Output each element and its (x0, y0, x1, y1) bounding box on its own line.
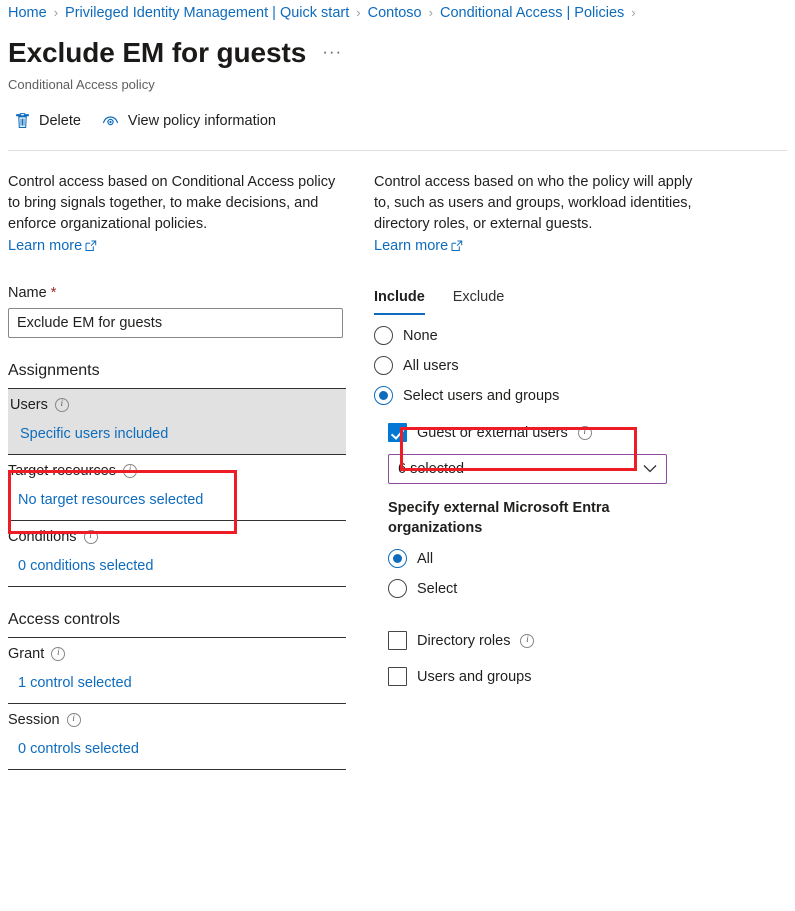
guest-types-dropdown[interactable]: 6 selected (388, 454, 667, 484)
policy-name-input[interactable] (8, 308, 343, 338)
checkbox-directory-roles[interactable] (388, 631, 407, 650)
row-title-users: Users i (10, 395, 346, 415)
external-link-icon (85, 236, 97, 257)
radio-select-users-and-groups-label: Select users and groups (403, 387, 560, 404)
control-row-session[interactable]: Session i 0 controls selected (8, 704, 346, 769)
delete-label: Delete (39, 112, 81, 129)
command-bar: Delete View policy information (14, 112, 276, 129)
info-icon[interactable]: i (66, 713, 81, 727)
eye-icon (101, 112, 120, 129)
assignment-row-conditions[interactable]: Conditions i 0 conditions selected (8, 521, 346, 586)
tab-exclude[interactable]: Exclude (453, 287, 505, 315)
info-icon[interactable]: i (577, 425, 592, 440)
conditional-access-policy-page: Home › Privileged Identity Management | … (0, 0, 795, 911)
breadcrumb-separator: › (356, 5, 361, 20)
view-policy-information-label: View policy information (127, 112, 276, 129)
info-icon[interactable]: i (520, 633, 535, 648)
view-policy-information-button[interactable]: View policy information (101, 112, 276, 129)
radio-all-organizations[interactable] (388, 549, 407, 568)
learn-more-label: Learn more (8, 238, 83, 254)
radio-option-all-organizations[interactable]: All (388, 549, 704, 568)
right-description: Control access based on who the policy w… (374, 174, 693, 232)
title-row: Exclude EM for guests ··· (8, 36, 342, 70)
checkbox-users-and-groups[interactable] (388, 667, 407, 686)
checkbox-option-directory-roles[interactable]: Directory roles i (388, 631, 704, 650)
tab-include[interactable]: Include (374, 287, 425, 315)
row-title-grant: Grant i (8, 644, 346, 664)
radio-option-select-organizations[interactable]: Select (388, 579, 704, 598)
breadcrumb-item-home[interactable]: Home (8, 3, 47, 23)
users-label: Users (10, 397, 48, 413)
command-bar-divider (8, 150, 787, 151)
control-row-grant[interactable]: Grant i 1 control selected (8, 638, 346, 703)
assignment-row-users[interactable]: Users i Specific users included (8, 389, 346, 454)
grant-value-link[interactable]: 1 control selected (18, 673, 346, 693)
radio-all-organizations-label: All (417, 550, 434, 567)
row-title-session: Session i (8, 710, 346, 730)
checkbox-users-and-groups-label: Users and groups (417, 668, 532, 685)
name-field-label: Name * (8, 283, 346, 303)
breadcrumb: Home › Privileged Identity Management | … (8, 3, 636, 23)
breadcrumb-item-contoso[interactable]: Contoso (368, 3, 422, 23)
session-value-link[interactable]: 0 controls selected (18, 739, 346, 759)
assignment-row-target-resources[interactable]: Target resources i No target resources s… (8, 455, 346, 520)
target-resources-label: Target resources (8, 463, 116, 479)
assignment-tabs: Include Exclude (374, 287, 704, 315)
breadcrumb-separator: › (428, 5, 433, 20)
radio-all-users[interactable] (374, 356, 393, 375)
radio-none-label: None (403, 327, 438, 344)
left-description: Control access based on Conditional Acce… (8, 174, 336, 232)
grant-label: Grant (8, 646, 45, 662)
row-title-conditions: Conditions i (8, 527, 346, 547)
breadcrumb-item-conditional-access[interactable]: Conditional Access | Policies (440, 3, 624, 23)
breadcrumb-separator-trailing: › (631, 5, 636, 20)
target-resources-value-link[interactable]: No target resources selected (18, 490, 346, 510)
learn-more-link-right[interactable]: Learn more (374, 236, 463, 257)
access-controls-heading: Access controls (8, 611, 121, 628)
right-column: Control access based on who the policy w… (374, 172, 704, 686)
checkbox-option-guest-or-external-users[interactable]: Guest or external users i (388, 423, 704, 442)
name-label-text: Name (8, 285, 47, 301)
info-icon[interactable]: i (123, 464, 137, 478)
learn-more-label: Learn more (374, 238, 449, 254)
radio-all-users-label: All users (403, 357, 459, 374)
more-options-button[interactable]: ··· (322, 42, 342, 70)
left-column: Control access based on Conditional Acce… (8, 172, 346, 770)
breadcrumb-separator: › (53, 5, 59, 20)
info-icon[interactable]: i (54, 398, 69, 412)
radio-select-users-and-groups[interactable] (374, 386, 393, 405)
conditions-value-link[interactable]: 0 conditions selected (18, 556, 346, 576)
divider (8, 586, 346, 587)
checkbox-guest-or-external-users-label: Guest or external users (417, 424, 568, 441)
external-link-icon (451, 236, 463, 257)
learn-more-link-left[interactable]: Learn more (8, 236, 97, 257)
guest-types-dropdown-value: 6 selected (398, 461, 465, 477)
page-title: Exclude EM for guests (8, 37, 307, 68)
info-icon[interactable]: i (83, 530, 98, 544)
checkbox-option-users-and-groups[interactable]: Users and groups (388, 667, 704, 686)
radio-select-organizations-label: Select (417, 580, 458, 597)
breadcrumb-item-pim[interactable]: Privileged Identity Management | Quick s… (65, 3, 349, 23)
checkbox-guest-or-external-users[interactable] (388, 423, 407, 442)
divider (8, 769, 346, 770)
chevron-down-icon (643, 461, 657, 477)
users-value-link[interactable]: Specific users included (20, 424, 346, 444)
conditions-label: Conditions (8, 529, 77, 545)
session-label: Session (8, 712, 60, 728)
specify-external-organizations-heading: Specify external Microsoft Entra organiz… (388, 500, 610, 536)
trash-icon (14, 112, 31, 129)
assignments-heading: Assignments (8, 362, 100, 379)
page-subtitle: Conditional Access policy (8, 77, 155, 92)
radio-option-all-users[interactable]: All users (374, 356, 704, 375)
radio-select-organizations[interactable] (388, 579, 407, 598)
delete-button[interactable]: Delete (14, 112, 81, 129)
radio-option-select-users-and-groups[interactable]: Select users and groups (374, 386, 704, 405)
checkbox-directory-roles-label: Directory roles (417, 632, 511, 649)
required-asterisk: * (50, 285, 57, 301)
row-title-target-resources: Target resources i (8, 461, 346, 481)
info-icon[interactable]: i (51, 647, 66, 661)
radio-option-none[interactable]: None (374, 326, 704, 345)
radio-none[interactable] (374, 326, 393, 345)
